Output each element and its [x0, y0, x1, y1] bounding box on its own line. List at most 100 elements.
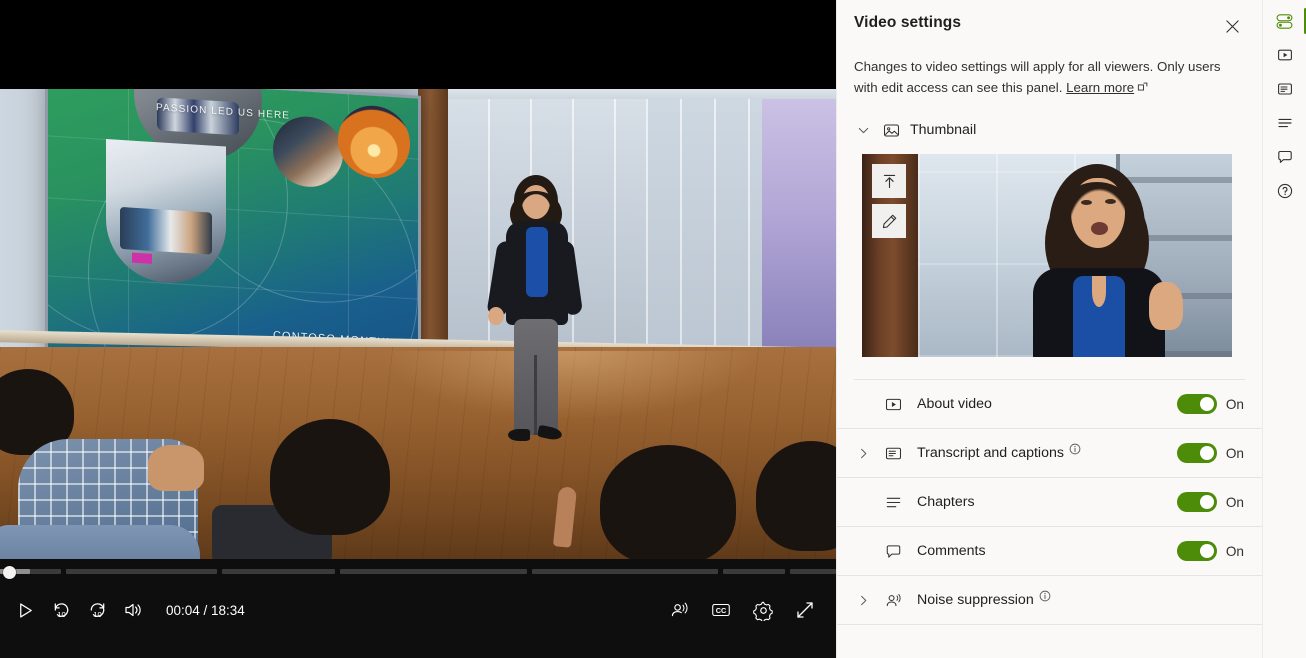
chapter-segment[interactable] [66, 569, 217, 574]
thumbnail-actions [872, 164, 906, 238]
external-link-icon [1137, 82, 1148, 93]
rail-item-transcript[interactable] [1267, 74, 1303, 104]
rail-item-comments[interactable] [1267, 142, 1303, 172]
info-icon[interactable] [1069, 443, 1081, 455]
row-controls: On [1176, 443, 1244, 463]
expand-noise-suppression-chevron[interactable] [854, 594, 872, 607]
time-display: 00:04 / 18:34 [166, 602, 245, 618]
chevron-right-icon [857, 594, 870, 607]
right-icon-rail [1262, 0, 1306, 658]
player-left-controls: 10 10 00:04 / 18:34 [0, 593, 245, 627]
row-controls: On [1176, 394, 1244, 414]
rail-item-chapters[interactable] [1267, 108, 1303, 138]
toggle-state-chapters: On [1225, 494, 1244, 510]
toggle-state-comments: On [1225, 543, 1244, 559]
closed-captions-button[interactable]: CC [704, 593, 738, 627]
thumbnail-preview[interactable] [862, 154, 1232, 357]
setting-label-about-video: About video [917, 396, 992, 412]
thumbnail-icon [881, 120, 901, 140]
video-play-box-icon [1276, 46, 1294, 64]
scene-presenter [486, 175, 590, 475]
scene-ceiling-strip [440, 89, 836, 99]
player-settings-gear-button[interactable] [746, 593, 780, 627]
player-right-controls: CC [662, 593, 836, 627]
panel-title: Video settings [854, 14, 962, 31]
noise-suppression-icon [883, 592, 903, 609]
setting-row-comments[interactable]: Comments On [837, 527, 1262, 576]
comment-icon [883, 543, 903, 560]
setting-row-noise-suppression[interactable]: Noise suppression [837, 576, 1262, 625]
scene-audience-hands [148, 445, 204, 491]
seek-bar[interactable] [0, 566, 836, 579]
thumbnail-collapse-chevron[interactable] [854, 121, 872, 139]
rail-item-help[interactable] [1267, 176, 1303, 206]
setting-row-transcript-and-captions[interactable]: Transcript and captions On [837, 429, 1262, 478]
video-player[interactable]: PASSION LED US HERE CONTOSO MONTHLY Q&A [0, 0, 836, 658]
chapter-segment[interactable] [222, 569, 335, 574]
chapters-icon [1276, 114, 1294, 132]
player-control-bar: 10 10 00:04 / 18:34 CC [0, 559, 836, 658]
close-panel-button[interactable] [1216, 10, 1248, 42]
fullscreen-button[interactable] [788, 593, 822, 627]
video-frame[interactable]: PASSION LED US HERE CONTOSO MONTHLY Q&A [0, 89, 836, 559]
row-controls: On [1176, 492, 1244, 512]
seek-handle[interactable] [3, 566, 16, 579]
chevron-right-icon [857, 447, 870, 460]
toggle-about-video[interactable] [1176, 394, 1217, 414]
settings-toggles-icon [1275, 12, 1294, 31]
comment-icon [1276, 148, 1294, 166]
panel-description-text: Changes to video settings will apply for… [854, 59, 1221, 95]
scene-audience-jeans [0, 525, 200, 559]
toggle-transcript-and-captions[interactable] [1176, 443, 1217, 463]
display-photo-accent [132, 252, 152, 264]
pencil-icon [881, 213, 898, 230]
panel-header: Video settings [837, 0, 1262, 42]
setting-row-chapters[interactable]: Chapters On [837, 478, 1262, 527]
setting-label-noise-suppression: Noise suppression [917, 592, 1034, 608]
svg-text:10: 10 [57, 610, 65, 619]
edit-thumbnail-button[interactable] [872, 204, 906, 238]
chapters-icon [883, 494, 903, 511]
info-icon[interactable] [1039, 590, 1051, 602]
chapter-segment[interactable] [532, 569, 718, 574]
upload-thumbnail-button[interactable] [872, 164, 906, 198]
setting-label-comments: Comments [917, 543, 986, 559]
thumbnail-section-header[interactable]: Thumbnail [837, 98, 1262, 140]
speaker-coach-button[interactable] [662, 593, 696, 627]
learn-more-link[interactable]: Learn more [1066, 80, 1134, 95]
chapter-segment[interactable] [790, 569, 836, 574]
video-settings-app: PASSION LED US HERE CONTOSO MONTHLY Q&A [0, 0, 1306, 658]
chevron-down-icon [857, 124, 870, 137]
chapter-segment[interactable] [340, 569, 527, 574]
upload-icon [881, 173, 898, 190]
player-buttons-row: 10 10 00:04 / 18:34 CC [0, 587, 836, 633]
toggle-state-transcript-and-captions: On [1225, 445, 1244, 461]
toggle-comments[interactable] [1176, 541, 1217, 561]
svg-text:CC: CC [716, 606, 727, 615]
scene-audience-head [600, 445, 736, 559]
video-play-box-icon [883, 396, 903, 413]
close-icon [1225, 19, 1240, 34]
setting-label-transcript-and-captions: Transcript and captions [917, 445, 1064, 461]
rewind-10-button[interactable]: 10 [44, 593, 78, 627]
panel-description: Changes to video settings will apply for… [837, 42, 1262, 98]
scene-audience-head [270, 419, 390, 535]
transcript-icon [883, 445, 903, 462]
chapter-segment[interactable] [723, 569, 785, 574]
toggle-state-about-video: On [1225, 396, 1244, 412]
toggle-chapters[interactable] [1176, 492, 1217, 512]
thumbnail-image [862, 154, 1232, 357]
rail-item-video-settings[interactable] [1267, 6, 1306, 36]
transcript-icon [1276, 80, 1294, 98]
row-controls: On [1176, 541, 1244, 561]
forward-10-button[interactable]: 10 [80, 593, 114, 627]
video-settings-panel: Video settings Changes to video settings… [836, 0, 1262, 658]
svg-text:10: 10 [93, 610, 101, 619]
thumbnail-section-label: Thumbnail [910, 122, 977, 138]
volume-button[interactable] [116, 593, 150, 627]
play-button[interactable] [8, 593, 42, 627]
rail-item-about-video[interactable] [1267, 40, 1303, 70]
setting-row-about-video[interactable]: About video On [837, 380, 1262, 429]
help-circle-icon [1276, 182, 1294, 200]
expand-transcript-chevron[interactable] [854, 447, 872, 460]
